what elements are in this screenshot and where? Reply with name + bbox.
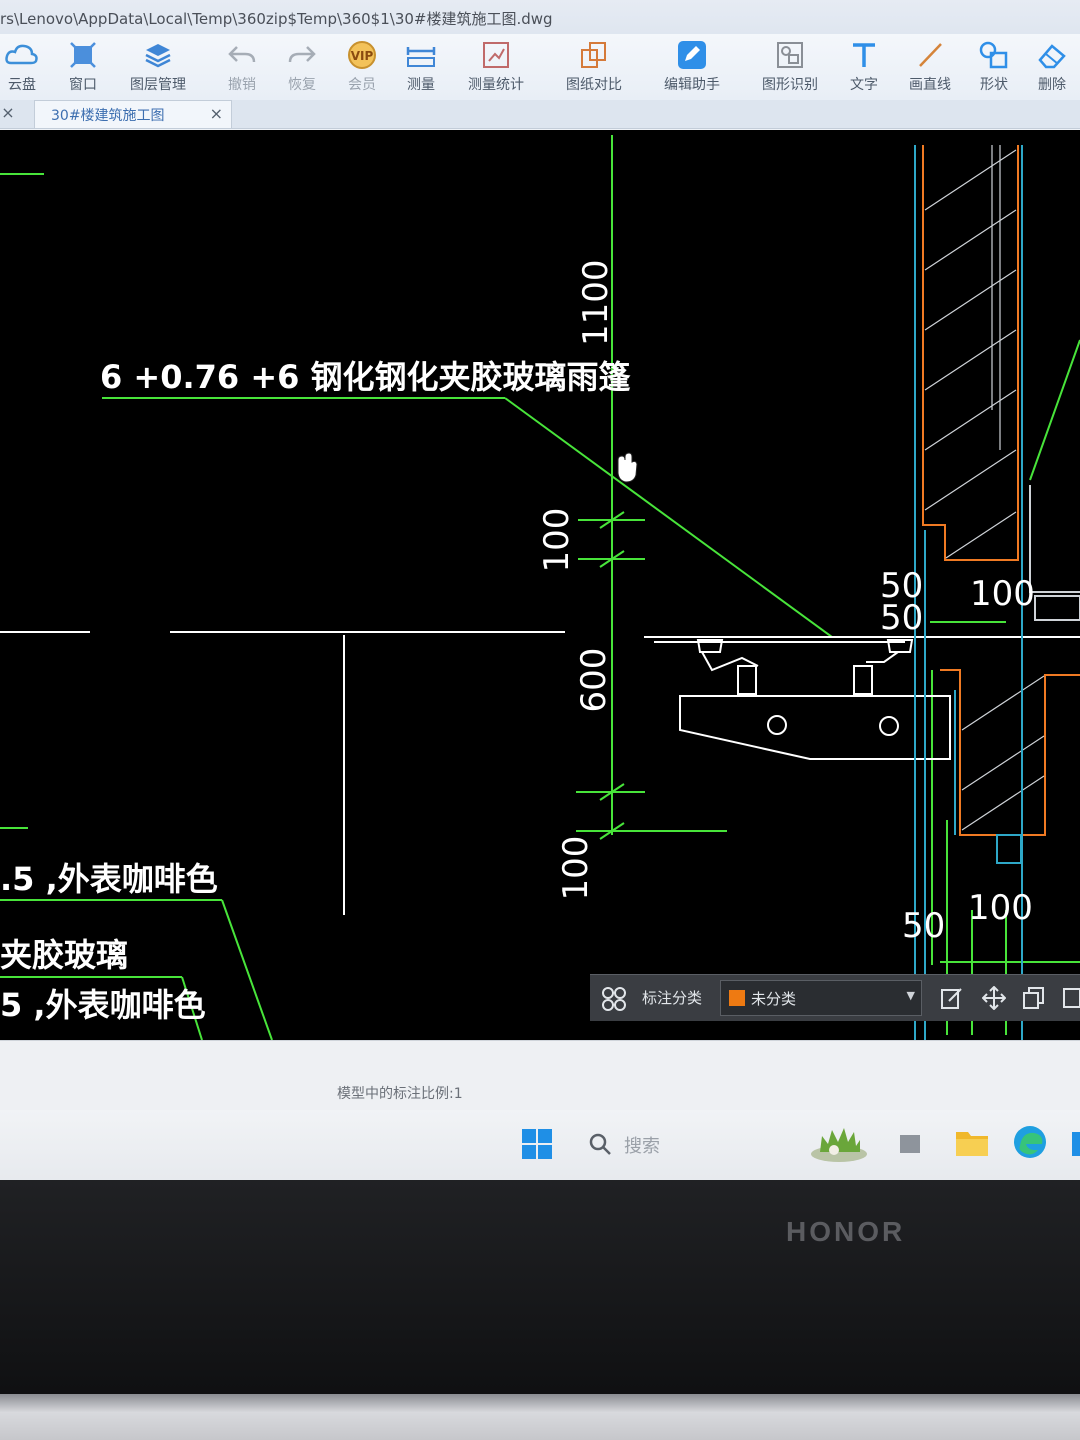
grid-icon <box>602 987 626 1011</box>
toolbar-edit-assistant-button[interactable]: 编辑助手 <box>657 38 727 94</box>
tab-close-button[interactable]: × <box>210 104 223 123</box>
cloud-icon <box>5 38 39 72</box>
laptop-keyboard-edge <box>0 1394 1080 1440</box>
toolbar-measure-button[interactable]: 测量 <box>386 38 456 94</box>
hedgehog-widget-icon[interactable] <box>808 1124 870 1164</box>
store-icon[interactable] <box>1070 1128 1080 1158</box>
dim-600: 600 <box>574 647 614 713</box>
taskbar: 搜索 <box>0 1110 1080 1180</box>
copy-icon[interactable] <box>1022 986 1046 1010</box>
tab-drawing[interactable]: 30#楼建筑施工图 × <box>34 100 232 128</box>
toolbar-measure-stats-button[interactable]: 测量统计 <box>461 38 531 94</box>
shape-recognition-icon <box>775 38 805 72</box>
edge-browser-icon[interactable] <box>1012 1124 1048 1160</box>
eraser-icon <box>1036 38 1068 72</box>
laminated-glass-label: 夹胶玻璃 <box>0 936 129 974</box>
window-icon <box>69 38 97 72</box>
dim-100-right-upper: 100 <box>970 574 1035 614</box>
more-tools-icon[interactable] <box>1062 986 1080 1010</box>
dim-100-upper: 100 <box>537 507 577 573</box>
compare-icon <box>579 38 609 72</box>
file-explorer-icon[interactable] <box>954 1126 990 1158</box>
taskbar-search-label[interactable]: 搜索 <box>624 1132 660 1158</box>
window-title: rs\Lenovo\AppData\Local\Temp\360zip$Temp… <box>0 10 553 28</box>
vip-icon: VIP <box>345 38 379 72</box>
toolbar-text-button[interactable]: 文字 <box>829 38 899 94</box>
toolbar-delete-button[interactable]: 删除 <box>1017 38 1080 94</box>
laptop-brand-logo: HONOR <box>786 1216 906 1247</box>
hand-cursor-icon <box>617 452 638 483</box>
tab-bar: × 30#楼建筑施工图 × <box>0 100 1080 129</box>
annotation-category-label: 标注分类 <box>642 989 703 1007</box>
annotation-category-select[interactable]: 未分类 ▼ <box>720 980 922 1016</box>
line-icon <box>915 38 945 72</box>
canopy-glass-label: 6 +0.76 +6 钢化钢化夹胶玻璃雨篷 <box>100 358 631 396</box>
text-icon <box>849 38 879 72</box>
toolbar-shape-recognition-button[interactable]: 图形识别 <box>755 38 825 94</box>
dim-100-lower: 100 <box>556 835 596 901</box>
app-window-icon[interactable] <box>898 1132 922 1156</box>
svg-text:VIP: VIP <box>351 49 374 63</box>
edit-annotation-icon[interactable] <box>940 986 964 1010</box>
annotation-toolbar: 标注分类 未分类 ▼ <box>590 974 1080 1021</box>
redo-icon <box>287 38 317 72</box>
dim-100-right-lower: 100 <box>968 888 1033 928</box>
shapes-icon <box>978 38 1010 72</box>
toolbar-draw-line-button[interactable]: 画直线 <box>895 38 965 94</box>
dim-1100: 1100 <box>576 259 616 346</box>
prev-tab-close-button[interactable]: × <box>0 100 16 128</box>
tab-label: 30#楼建筑施工图 <box>51 108 165 124</box>
windows-start-icon[interactable] <box>521 1128 553 1160</box>
move-icon[interactable] <box>982 986 1006 1010</box>
dim-50-b: 50 <box>880 598 924 638</box>
search-icon[interactable] <box>588 1132 612 1156</box>
screen: rs\Lenovo\AppData\Local\Temp\360zip$Temp… <box>0 0 1080 1180</box>
edit-assistant-icon <box>676 38 708 72</box>
chevron-down-icon: ▼ <box>906 989 915 1002</box>
annotation-scale-status: 模型中的标注比例:1 <box>337 1086 463 1102</box>
category-color-swatch <box>729 990 745 1006</box>
toolbar: 云盘 窗口 图层管理 撤销 恢复 VIP 会员 测量 测量统计 图纸对比 编辑助… <box>0 34 1080 100</box>
ruler-icon <box>405 38 437 72</box>
measure-stats-icon <box>481 38 511 72</box>
title-bar: rs\Lenovo\AppData\Local\Temp\360zip$Temp… <box>0 0 1080 34</box>
dim-50-lower: 50 <box>902 906 946 946</box>
status-bar: 模型中的标注比例:1 <box>0 1040 1080 1111</box>
undo-icon <box>227 38 257 72</box>
toolbar-drawing-compare-button[interactable]: 图纸对比 <box>559 38 629 94</box>
exterior-color-label-2: 5 ,外表咖啡色 <box>0 986 206 1024</box>
annotation-category-value: 未分类 <box>751 990 797 1008</box>
drawing-canvas[interactable]: 6 +0.76 +6 钢化钢化夹胶玻璃雨篷 .5 ,外表咖啡色 夹胶玻璃 5 ,… <box>0 130 1080 1040</box>
layers-icon <box>143 38 173 72</box>
toolbar-window-button[interactable]: 窗口 <box>48 38 118 94</box>
toolbar-layer-management-button[interactable]: 图层管理 <box>123 38 193 94</box>
exterior-color-label-1: .5 ,外表咖啡色 <box>0 860 218 898</box>
